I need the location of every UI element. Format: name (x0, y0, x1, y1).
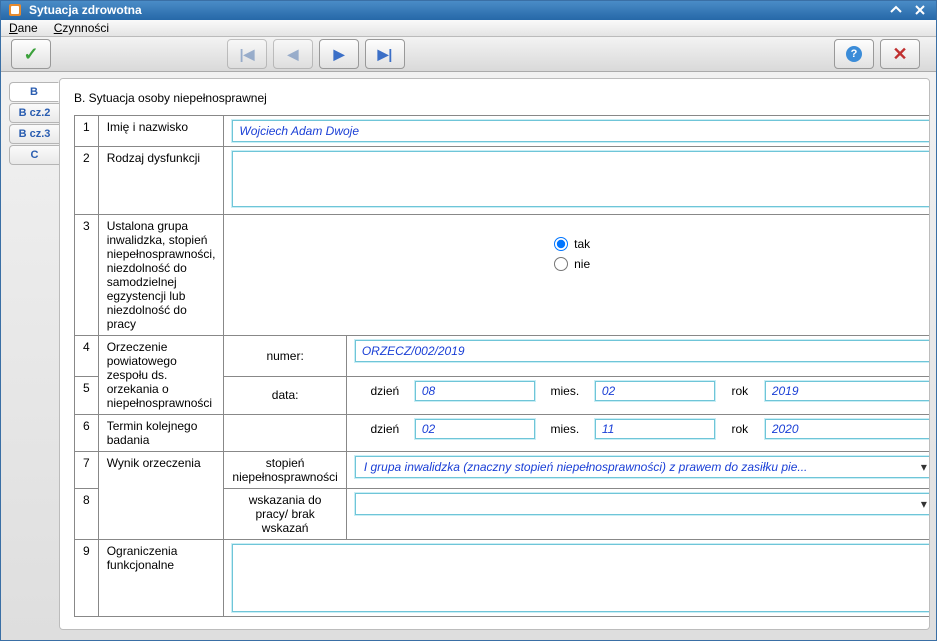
mies-input[interactable] (595, 381, 715, 401)
row-dysfunction: 2 Rodzaj dysfunkcji (75, 147, 931, 215)
rok-input[interactable] (765, 419, 930, 439)
degree-sublabel: stopień niepełnosprawności (224, 452, 346, 489)
radio-tak-label: tak (574, 237, 590, 251)
help-button[interactable]: ? (834, 39, 874, 69)
radio-tak[interactable]: tak (554, 237, 614, 251)
dzien-label: dzień (355, 422, 415, 436)
radio-tak-input[interactable] (554, 237, 568, 251)
mies-label: mies. (535, 384, 595, 398)
row-num: 7 (75, 452, 99, 489)
row-label: Wynik orzeczenia (98, 452, 224, 540)
degree-dropdown[interactable]: I grupa inwalidzka (znaczny stopień niep… (355, 456, 930, 478)
tab-c[interactable]: C (9, 145, 59, 165)
side-tabs: B B cz.2 B cz.3 C (1, 78, 59, 630)
row-num: 3 (75, 215, 99, 336)
content-area: B B cz.2 B cz.3 C B. Sytuacja osoby niep… (1, 72, 936, 640)
row-next-exam: 6 Termin kolejnego badania dzień mies. r… (75, 415, 931, 452)
rok-input[interactable] (765, 381, 930, 401)
row-num: 8 (75, 489, 99, 540)
radio-group: tak nie (232, 219, 930, 289)
row-num: 9 (75, 540, 99, 617)
chevron-down-icon: ▾ (917, 497, 930, 511)
limitations-textarea[interactable] (232, 544, 930, 612)
menu-czynnosci[interactable]: Czynności (54, 21, 109, 35)
date-row: dzień mies. rok (355, 419, 930, 439)
row-label: Rodzaj dysfunkcji (98, 147, 224, 215)
titlebar: Sytuacja zdrowotna (1, 1, 936, 20)
row-label: Imię i nazwisko (98, 116, 224, 147)
rok-label: rok (715, 422, 765, 436)
numer-label: numer: (224, 336, 346, 377)
close-button[interactable] (910, 2, 930, 18)
dysfunction-textarea[interactable] (232, 151, 930, 207)
name-input[interactable] (232, 120, 930, 142)
dzien-input[interactable] (415, 381, 535, 401)
dzien-input[interactable] (415, 419, 535, 439)
minimize-button[interactable] (886, 2, 906, 18)
mies-input[interactable] (595, 419, 715, 439)
work-dropdown[interactable]: ▾ (355, 493, 930, 515)
row-num: 5 (75, 376, 99, 414)
cancel-button[interactable]: ✕ (880, 39, 920, 69)
row-label: Ograniczenia funkcjonalne (98, 540, 224, 617)
window: Sytuacja zdrowotna Dane Czynności ✓ |◀ ◀… (0, 0, 937, 641)
row-num: 4 (75, 336, 99, 377)
work-sublabel: wskazania do pracy/ brak wskazań (224, 489, 346, 540)
form-table: 1 Imię i nazwisko 2 Rodzaj dysfunkcji (74, 115, 930, 617)
tab-b-cz2[interactable]: B cz.2 (9, 103, 59, 123)
rok-label: rok (715, 384, 765, 398)
tab-b[interactable]: B (9, 82, 59, 102)
row-disability-group: 3 Ustalona grupa inwalidzka, stopień nie… (75, 215, 931, 336)
degree-value: I grupa inwalidzka (znaczny stopień niep… (364, 460, 917, 474)
menu-dane[interactable]: Dane (9, 21, 38, 35)
numer-input[interactable] (355, 340, 930, 362)
help-icon: ? (846, 46, 862, 62)
row-num: 1 (75, 116, 99, 147)
app-icon (7, 2, 23, 18)
row-label: Ustalona grupa inwalidzka, stopień niepe… (98, 215, 224, 336)
row-num: 2 (75, 147, 99, 215)
last-icon: ▶| (378, 46, 393, 63)
prev-icon: ◀ (288, 46, 299, 63)
row-result-degree: 7 Wynik orzeczenia stopień niepełnospraw… (75, 452, 931, 489)
radio-nie[interactable]: nie (554, 257, 614, 271)
next-icon: ▶ (334, 46, 345, 63)
mies-label: mies. (535, 422, 595, 436)
x-icon: ✕ (892, 44, 907, 65)
row-decision-number: 4 Orzeczenie powiatowego zespołu ds. orz… (75, 336, 931, 377)
tab-b-cz3[interactable]: B cz.3 (9, 124, 59, 144)
radio-nie-input[interactable] (554, 257, 568, 271)
form-panel: B. Sytuacja osoby niepełnosprawnej 1 Imi… (59, 78, 930, 630)
row-label: Orzeczenie powiatowego zespołu ds. orzek… (98, 336, 224, 415)
row-label: Termin kolejnego badania (98, 415, 224, 452)
first-icon: |◀ (240, 46, 255, 63)
window-title: Sytuacja zdrowotna (29, 3, 882, 17)
nav-next-button[interactable]: ▶ (319, 39, 359, 69)
accept-button[interactable]: ✓ (11, 39, 51, 69)
row-num: 6 (75, 415, 99, 452)
menubar: Dane Czynności (1, 20, 936, 37)
dzien-label: dzień (355, 384, 415, 398)
radio-nie-label: nie (574, 257, 590, 271)
check-icon: ✓ (23, 44, 38, 65)
data-label: data: (224, 376, 346, 414)
row-limitations: 9 Ograniczenia funkcjonalne (75, 540, 931, 617)
chevron-down-icon: ▾ (917, 460, 930, 474)
date-row: dzień mies. rok (355, 381, 930, 401)
row-name: 1 Imię i nazwisko (75, 116, 931, 147)
section-title: B. Sytuacja osoby niepełnosprawnej (74, 91, 915, 105)
nav-last-button[interactable]: ▶| (365, 39, 405, 69)
nav-first-button[interactable]: |◀ (227, 39, 267, 69)
nav-prev-button[interactable]: ◀ (273, 39, 313, 69)
toolbar: ✓ |◀ ◀ ▶ ▶| ? ✕ (1, 37, 936, 72)
